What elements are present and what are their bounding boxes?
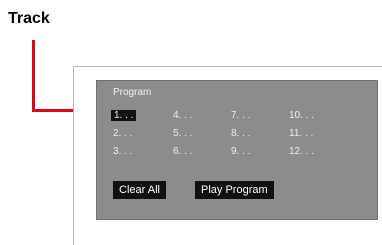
track-slot-2[interactable]: 2. . . [113,128,132,139]
callout-line [32,40,35,112]
track-slot-12[interactable]: 12. . . [289,146,314,157]
panel-title: Program [113,87,152,98]
track-slot-4[interactable]: 4. . . [173,110,192,121]
clear-all-button[interactable]: Clear All [113,181,166,199]
track-slot-8[interactable]: 8. . . [231,128,250,139]
track-slot-7[interactable]: 7. . . [231,110,250,121]
track-slot-9[interactable]: 9. . . [231,146,250,157]
track-slot-10[interactable]: 10. . . [289,110,314,121]
callout-label: Track [8,10,50,27]
track-slot-11[interactable]: 11. . . [289,128,313,139]
track-slot-6[interactable]: 6. . . [173,146,192,157]
play-program-button[interactable]: Play Program [195,181,274,199]
track-slot-5[interactable]: 5. . . [173,128,192,139]
track-slot-1[interactable]: 1. . . [111,110,137,121]
program-panel: Program 1. . . 2. . . 3. . . 4. . . 5. .… [96,80,378,220]
track-slot-3[interactable]: 3. . . [113,146,132,157]
